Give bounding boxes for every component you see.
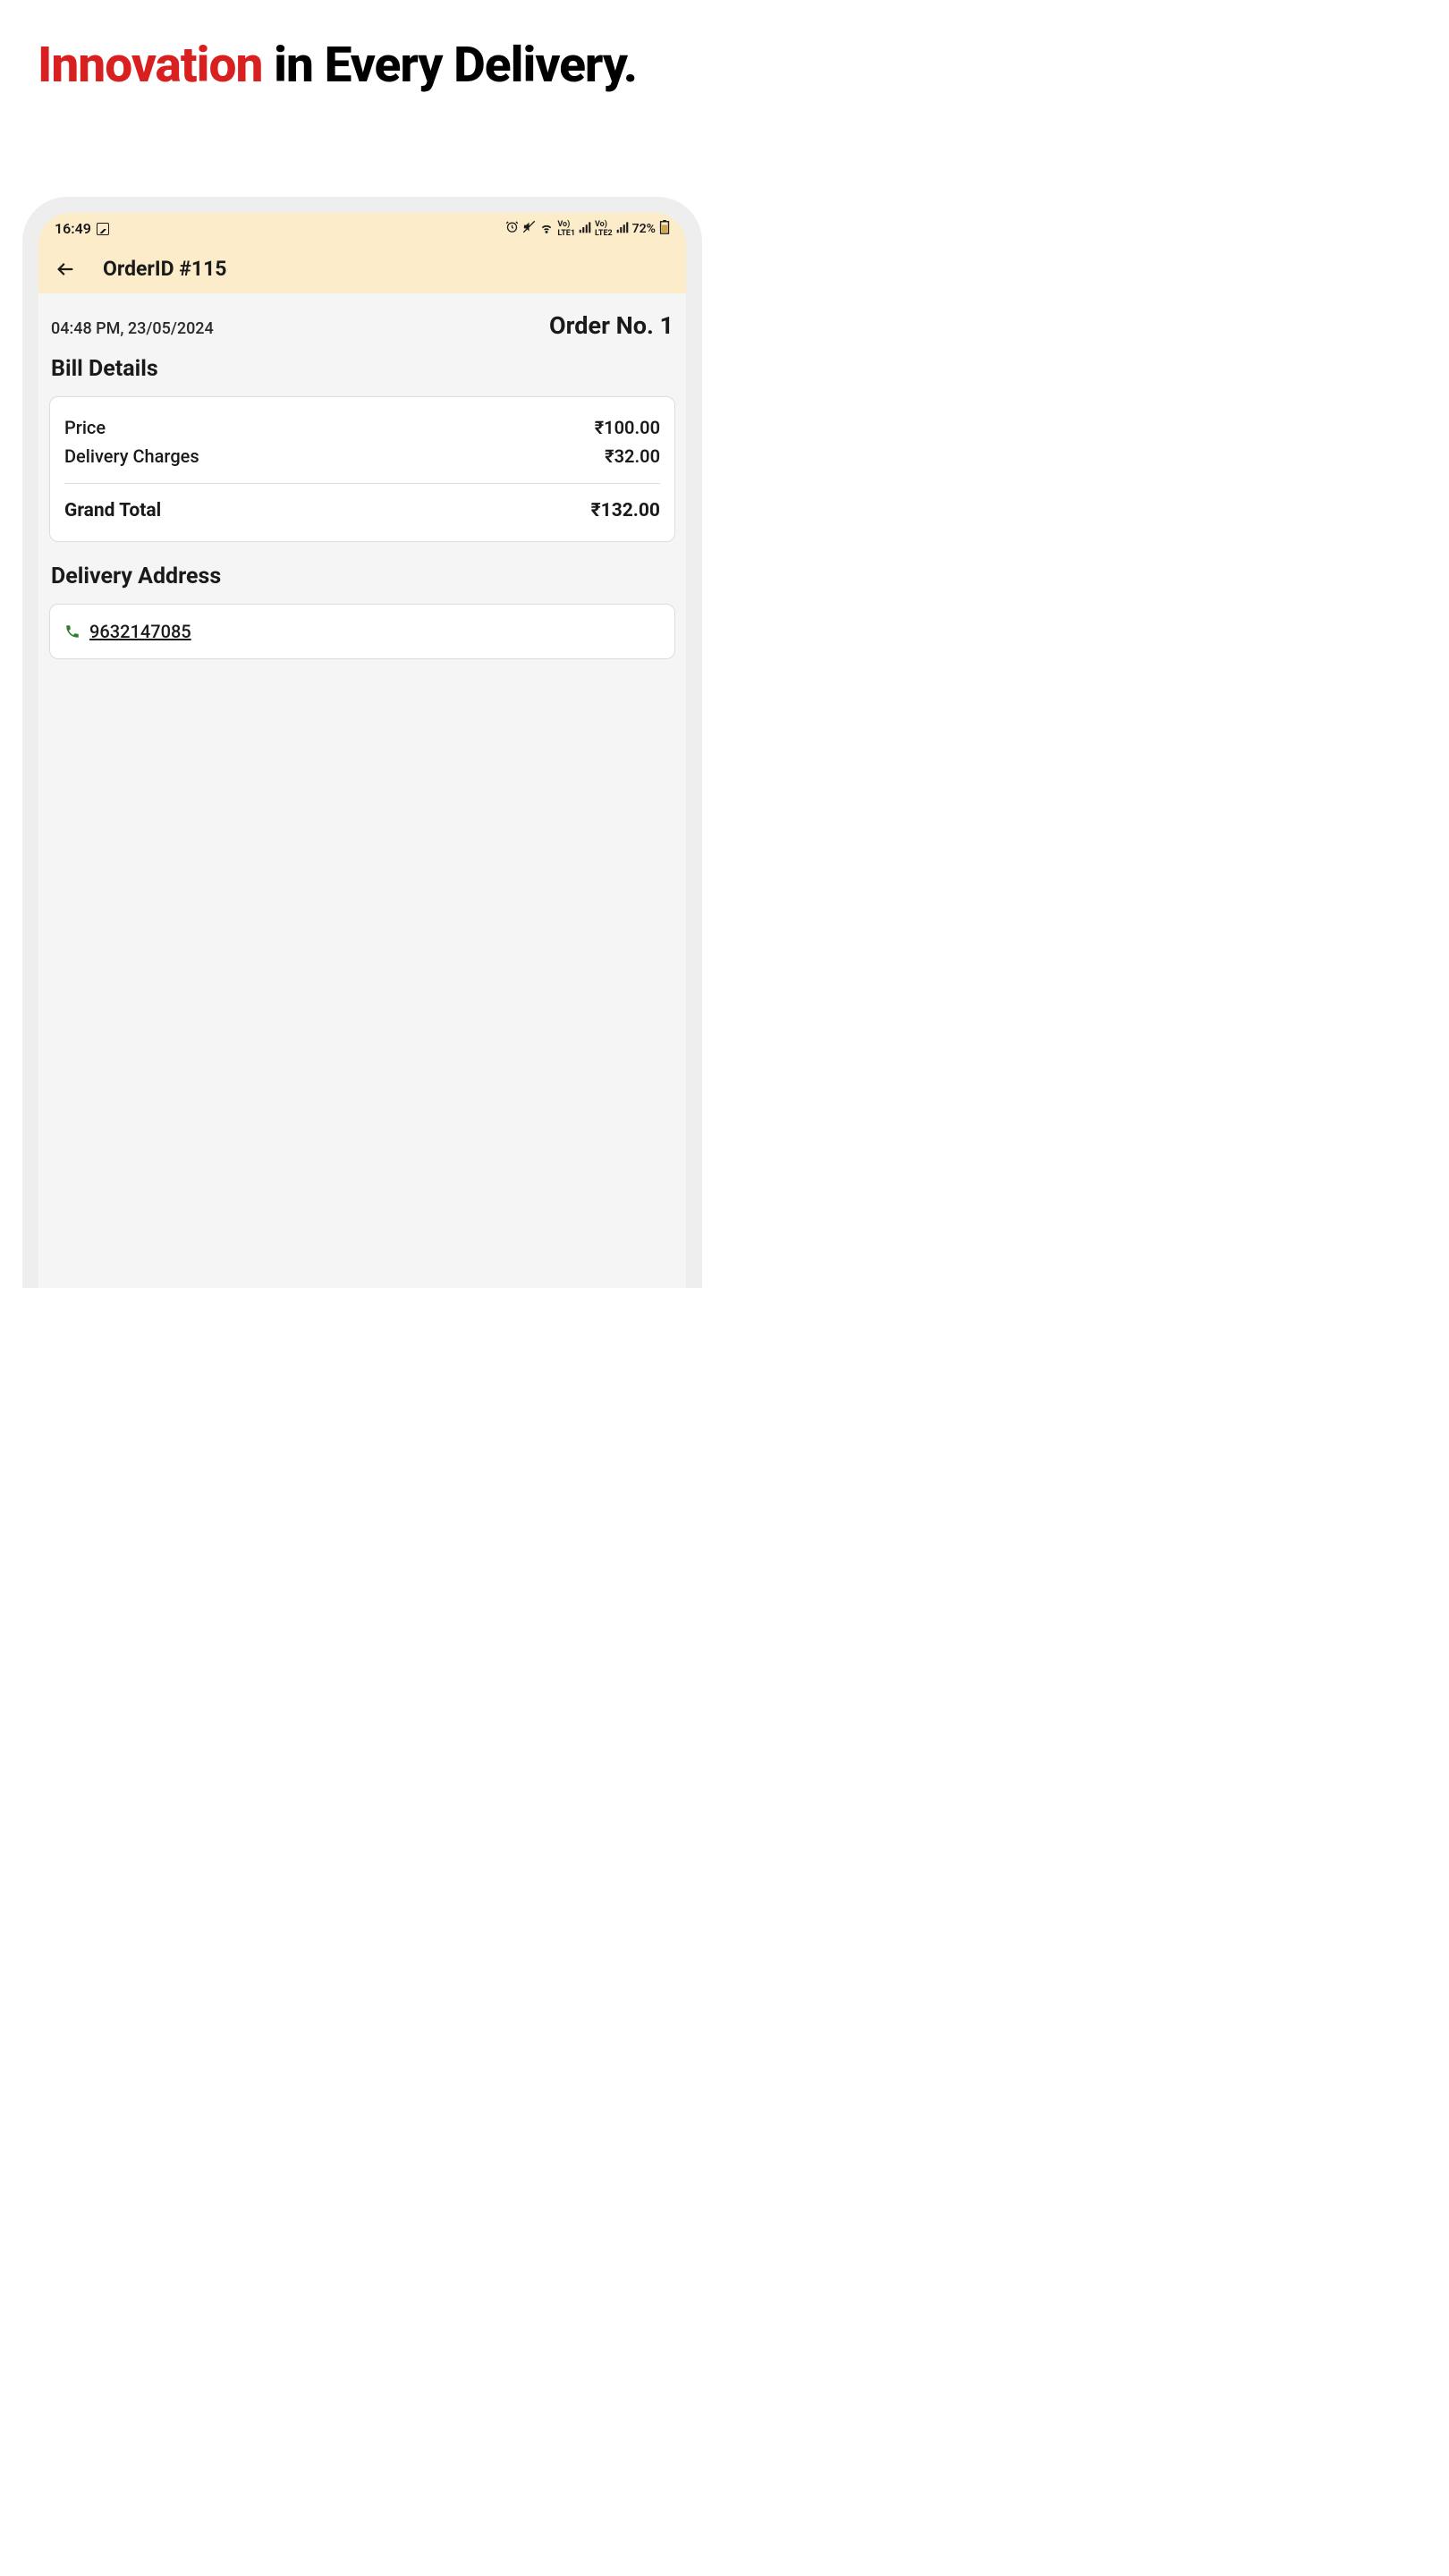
status-bar-right: Vo)LTE1 Vo)LTE2 — [505, 220, 670, 238]
bill-divider — [64, 483, 660, 484]
order-number: Order No. 1 — [549, 311, 674, 340]
headline-rest: in Every Delivery. — [262, 37, 637, 94]
order-meta-row: 04:48 PM, 23/05/2024 Order No. 1 — [49, 311, 675, 340]
back-arrow-icon — [55, 259, 75, 279]
battery-percent: 72% — [632, 222, 656, 236]
bill-value: ₹100.00 — [595, 417, 660, 438]
bill-section-title: Bill Details — [49, 356, 675, 382]
signal-bars-1-icon — [579, 221, 591, 237]
phone-icon — [64, 623, 80, 640]
delivery-card: 9632147085 — [49, 604, 675, 659]
status-bar: 16:49 — [38, 213, 686, 244]
bill-total-value: ₹132.00 — [591, 500, 660, 521]
status-bar-left: 16:49 — [55, 220, 109, 237]
bill-card: Price ₹100.00 Delivery Charges ₹32.00 Gr… — [49, 396, 675, 542]
bill-row-delivery: Delivery Charges ₹32.00 — [64, 442, 660, 470]
delivery-section-title: Delivery Address — [49, 564, 675, 589]
bill-row-price: Price ₹100.00 — [64, 413, 660, 442]
bill-label: Price — [64, 417, 106, 438]
wifi-icon — [539, 220, 554, 238]
status-time: 16:49 — [55, 220, 91, 237]
phone-frame: 16:49 — [22, 197, 702, 1288]
marketing-headline: Innovation in Every Delivery. — [38, 38, 687, 94]
back-button[interactable] — [55, 258, 76, 280]
phone-screen: 16:49 — [38, 213, 686, 1288]
bill-value: ₹32.00 — [605, 445, 660, 467]
picture-icon — [97, 223, 109, 235]
signal-lte2-icon: Vo)LTE2 — [595, 220, 613, 238]
signal-bars-2-icon — [616, 221, 629, 237]
alarm-icon — [505, 220, 519, 237]
order-timestamp: 04:48 PM, 23/05/2024 — [51, 319, 214, 338]
page-title: OrderID #115 — [103, 257, 226, 281]
bill-total-label: Grand Total — [64, 500, 161, 521]
bill-label: Delivery Charges — [64, 445, 199, 467]
content-area: 04:48 PM, 23/05/2024 Order No. 1 Bill De… — [38, 293, 686, 699]
bill-row-total: Grand Total ₹132.00 — [64, 496, 660, 525]
mute-icon — [522, 220, 536, 237]
battery-icon — [659, 220, 670, 238]
phone-number[interactable]: 9632147085 — [89, 621, 191, 642]
signal-lte1-icon: Vo)LTE1 — [557, 220, 575, 238]
phone-row[interactable]: 9632147085 — [64, 621, 660, 642]
app-header: OrderID #115 — [38, 244, 686, 293]
headline-accent: Innovation — [38, 37, 262, 94]
